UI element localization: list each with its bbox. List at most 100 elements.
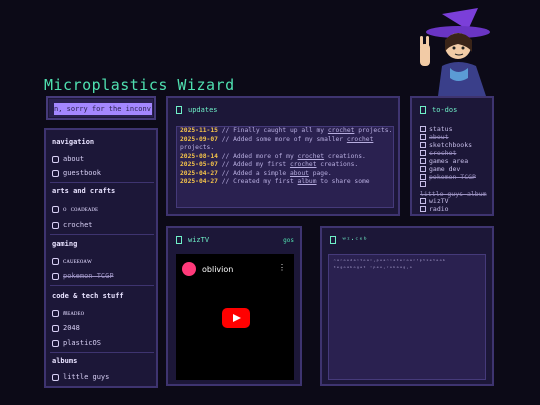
todo-panel: to-dos status about sketchbooks crochet …: [410, 96, 494, 216]
update-link[interactable]: album: [298, 178, 317, 185]
checkbox: [420, 174, 426, 180]
sidebar-item-label: crochet: [63, 221, 93, 229]
sidebar-item-label: plasticOS: [63, 339, 101, 347]
sidebar-item-pokemon[interactable]: pokemon TCGP: [52, 272, 114, 280]
list-item: 2025-09-07 // Added some more of my smal…: [180, 135, 374, 152]
checkbox: [420, 181, 426, 187]
sidebar-item-art[interactable]: ᴏ ᴄᴏᴀᴅᴇᴀᴅᴇ: [52, 205, 98, 213]
sidebar-item-code[interactable]: ʍᴇᴀᴅᴇᴏ: [52, 309, 84, 317]
sidebar-item-label: 2048: [63, 324, 80, 332]
checkbox: [420, 126, 426, 132]
todo-item: crochet: [420, 149, 456, 157]
sidebar-item-little-guys[interactable]: little guys: [52, 373, 109, 381]
update-link[interactable]: crochet: [290, 161, 317, 168]
divider: [50, 352, 154, 353]
yarn-icon: [52, 221, 59, 229]
update-link[interactable]: crochet: [328, 127, 355, 134]
channel-avatar[interactable]: [182, 262, 196, 276]
sidebar-item-label: little guys: [63, 373, 110, 381]
checkbox: [420, 134, 426, 140]
wizard-mascot-image: [420, 8, 490, 96]
chat-title: ʷᶦ·ᶜᵉᵇ: [342, 236, 368, 244]
todo-item: about: [420, 133, 449, 141]
sidebar-item-guestbook[interactable]: guestbook: [52, 169, 101, 177]
todo-item: wizTV: [420, 197, 449, 205]
nav-heading: gaming: [52, 240, 78, 248]
document-icon: [176, 106, 182, 114]
controller-icon: [52, 257, 59, 265]
nav-heading: navigation: [52, 138, 95, 146]
sidebar-item-label: pokemon TCGP: [63, 272, 114, 280]
checkbox: [420, 166, 426, 172]
play-button[interactable]: [222, 308, 250, 328]
update-link[interactable]: about: [290, 170, 309, 177]
list-item: 2025-11-15 // Finally caught up all my c…: [180, 127, 393, 134]
wiztv-panel: wizTV gos oblivion ⋮: [166, 226, 302, 386]
star-icon: [52, 155, 59, 163]
todo-item: little guys album: [420, 181, 490, 198]
tv-icon: [176, 236, 182, 244]
sidebar-item-label: ᴄᴀᴜᴇᴇᴏᴀᴡ: [63, 257, 92, 265]
updates-list[interactable]: 2025-11-15 // Finally caught up all my c…: [176, 126, 394, 208]
checkbox: [420, 206, 426, 212]
wiztv-tag: gos: [283, 237, 294, 244]
monitor-icon: [52, 339, 59, 347]
checkbox: [420, 150, 426, 156]
sidebar-item-games[interactable]: ᴄᴀᴜᴇᴇᴏᴀᴡ: [52, 257, 92, 265]
divider: [50, 285, 154, 286]
list-item: 2025-08-14 // Added more of my crochet c…: [180, 152, 366, 160]
face-icon: [52, 373, 59, 381]
updates-header: updates: [176, 106, 218, 114]
divider: [50, 182, 154, 183]
nav-heading: arts and crafts: [52, 187, 116, 195]
sidebar-item-label: ᴏ ᴄᴏᴀᴅᴇᴀᴅᴇ: [63, 205, 99, 213]
sidebar-item-label: guestbook: [63, 169, 101, 177]
todo-header: to-dos: [420, 106, 457, 114]
grid-icon: [52, 324, 59, 332]
sidebar-item-label: ʍᴇᴀᴅᴇᴏ: [63, 309, 85, 317]
todo-title: to-dos: [432, 106, 458, 114]
chat-bubble-icon: [330, 236, 336, 244]
marquee-text: n, sorry for the inconv: [54, 105, 151, 113]
checkbox: [420, 158, 426, 164]
chat-header: ʷᶦ·ᶜᵉᵇ: [330, 236, 367, 244]
wiztv-header: wizTV: [176, 236, 209, 244]
todo-item: game dev: [420, 165, 460, 173]
todo-item: status: [420, 125, 452, 133]
palette-icon: [52, 205, 59, 213]
sidebar-item-about[interactable]: about: [52, 155, 84, 163]
card-icon: [52, 272, 59, 280]
sidebar-nav: navigation about guestbook arts and craf…: [44, 128, 158, 388]
update-link[interactable]: crochet: [347, 136, 374, 143]
sidebar-item-plasticos[interactable]: plasticOS: [52, 339, 101, 347]
code-icon: [52, 309, 59, 317]
list-item: 2025-04-27 // Added a simple about page.: [180, 169, 332, 177]
todo-item: pokemon TCGP: [420, 173, 476, 181]
todo-item: sketchbooks: [420, 141, 472, 149]
sidebar-item-crochet[interactable]: crochet: [52, 221, 93, 229]
video-menu-icon[interactable]: ⋮: [278, 263, 286, 272]
nav-heading: albums: [52, 357, 78, 365]
list-item: 2025-05-07 // Added my first crochet cre…: [180, 161, 359, 168]
video-title[interactable]: oblivion: [202, 265, 233, 274]
sidebar-item-label: about: [63, 155, 85, 163]
book-icon: [52, 169, 59, 177]
announcement-marquee: n, sorry for the inconv: [46, 96, 156, 120]
nav-heading: code & tech stuff: [52, 292, 124, 300]
updates-panel: updates 2025-11-15 // Finally caught up …: [166, 96, 400, 216]
sidebar-item-2048[interactable]: 2048: [52, 324, 80, 332]
video-player[interactable]: oblivion ⋮: [176, 254, 294, 380]
chat-panel: ʷᶦ·ᶜᵉᵇ ᵔᵃᵔᵒᵒᵈᵃᵔᵗᵒᵃᵔ·ᵖᵒᵃᵔᵔᵃᵗᵉᵔᵒᵃᵔ'ᵖᵗᶦᵉᵗᵉᵒ…: [320, 226, 494, 386]
list-item: 2025-04-27 // Created my first album to …: [180, 178, 370, 185]
chat-box[interactable]: ᵔᵃᵔᵒᵒᵈᵃᵔᵗᵒᵃᵔ·ᵖᵒᵃᵔᵔᵃᵗᵉᵔᵒᵃᵔ'ᵖᵗᶦᵉᵗᵉᵒᵇ ᵗᵉᵍᵒᵃ…: [328, 254, 486, 380]
divider: [50, 234, 154, 235]
update-link[interactable]: crochet: [298, 153, 325, 160]
todo-item: games area: [420, 157, 468, 165]
todo-item: radio: [420, 205, 449, 213]
wiztv-title: wizTV: [188, 236, 210, 244]
chat-text: ᵔᵃᵔᵒᵒᵈᵃᵔᵗᵒᵃᵔ·ᵖᵒᵃᵔᵔᵃᵗᵉᵔᵒᵃᵔ'ᵖᵗᶦᵉᵗᵉᵒᵇ ᵗᵉᵍᵒᵃ…: [333, 259, 446, 272]
checkbox: [420, 198, 426, 204]
clipboard-icon: [420, 106, 426, 114]
page-title: Microplastics Wizard: [44, 76, 235, 94]
checkbox: [420, 142, 426, 148]
